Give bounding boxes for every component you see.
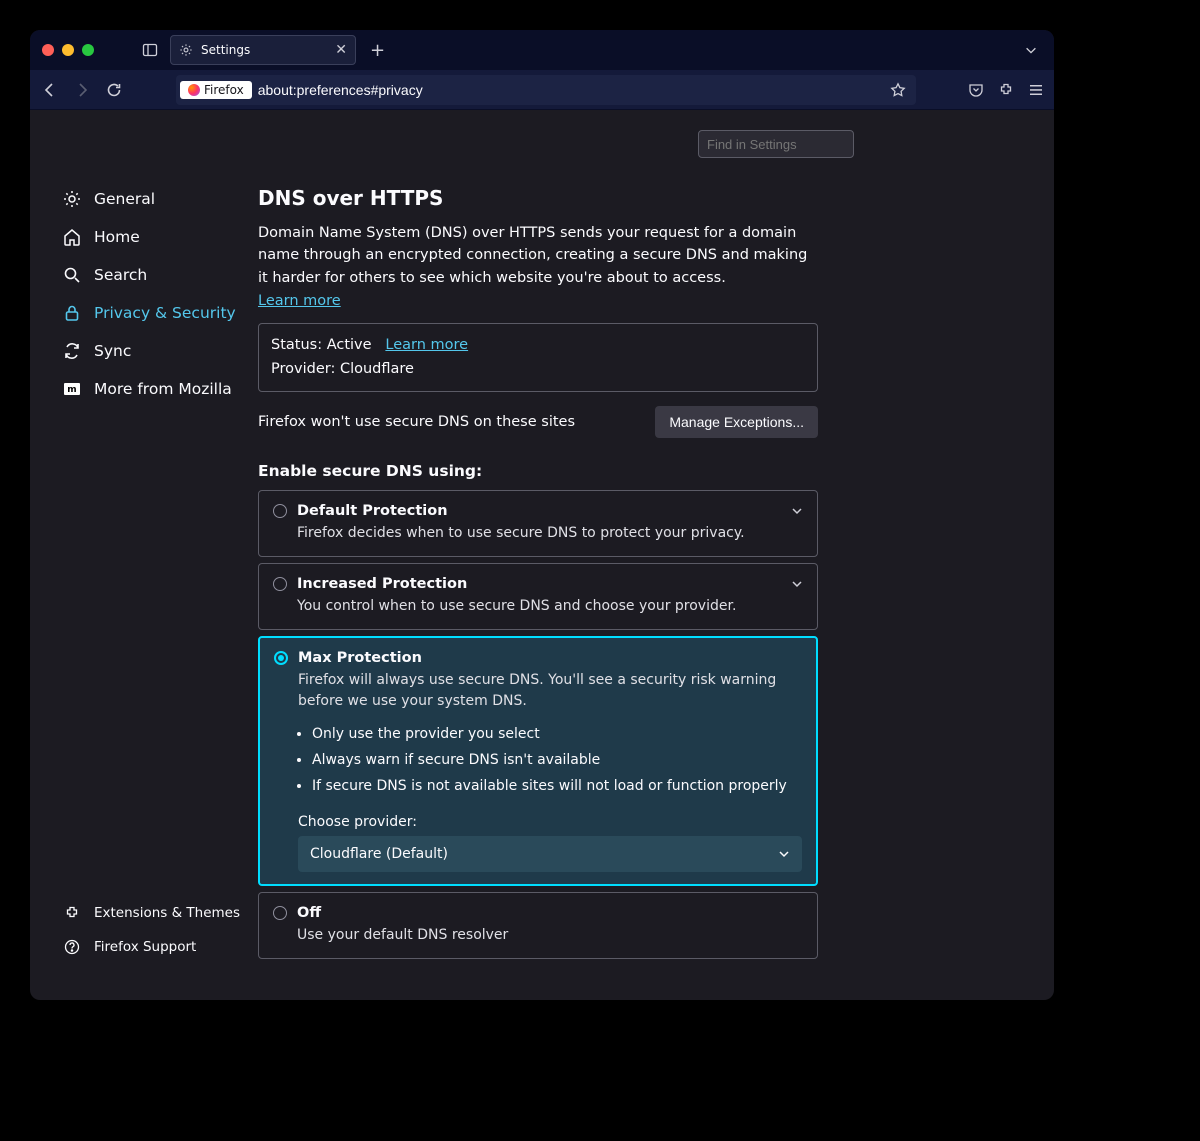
enable-heading: Enable secure DNS using: <box>258 462 818 480</box>
puzzle-icon <box>62 903 82 923</box>
option-default-protection[interactable]: Default Protection Firefox decides when … <box>258 490 818 557</box>
preferences-main: DNS over HTTPS Domain Name System (DNS) … <box>258 110 1054 1000</box>
urlbar-badge-text: Firefox <box>204 83 244 97</box>
extensions-icon[interactable] <box>998 82 1014 98</box>
reload-button[interactable] <box>104 80 124 100</box>
gear-icon <box>179 43 193 57</box>
option-desc: Firefox will always use secure DNS. You'… <box>298 670 802 712</box>
lock-icon <box>62 303 82 323</box>
sidebar-item-label: Search <box>94 266 147 284</box>
svg-text:m: m <box>67 385 76 395</box>
provider-selected: Cloudflare (Default) <box>310 846 448 862</box>
home-icon <box>62 227 82 247</box>
firefox-logo-icon <box>188 84 200 96</box>
provider-label: Provider: <box>271 361 340 377</box>
sidebar-item-privacy[interactable]: Privacy & Security <box>54 294 258 332</box>
manage-exceptions-button[interactable]: Manage Exceptions... <box>655 406 818 438</box>
chevron-down-icon[interactable] <box>791 505 803 517</box>
status-value: Active <box>327 337 372 353</box>
option-bullet: Always warn if secure DNS isn't availabl… <box>312 752 802 768</box>
sidebar-item-label: General <box>94 190 155 208</box>
sidebar-item-label: Home <box>94 228 140 246</box>
choose-provider-label: Choose provider: <box>298 814 802 830</box>
section-description: Domain Name System (DNS) over HTTPS send… <box>258 222 818 289</box>
option-bullet-list: Only use the provider you select Always … <box>312 726 802 794</box>
navigation-toolbar: Firefox <box>30 70 1054 110</box>
back-button[interactable] <box>40 80 60 100</box>
forward-button[interactable] <box>72 80 92 100</box>
tab-title: Settings <box>201 43 250 57</box>
tab-close-icon[interactable]: ✕ <box>335 42 347 58</box>
radio-icon[interactable] <box>273 577 287 591</box>
status-learn-more-link[interactable]: Learn more <box>385 337 468 353</box>
tab-settings[interactable]: Settings ✕ <box>170 35 356 65</box>
sidebar-item-sync[interactable]: Sync <box>54 332 258 370</box>
list-all-tabs-icon[interactable] <box>1024 43 1038 57</box>
radio-icon[interactable] <box>274 651 288 665</box>
radio-icon[interactable] <box>273 906 287 920</box>
section-heading: DNS over HTTPS <box>258 186 818 210</box>
firefox-badge: Firefox <box>180 81 252 99</box>
dns-status-box: Status: Active Learn more Provider: Clou… <box>258 323 818 391</box>
url-bar[interactable]: Firefox <box>176 75 916 105</box>
provider-value: Cloudflare <box>340 361 414 377</box>
option-desc: Firefox decides when to use secure DNS t… <box>297 523 803 544</box>
option-title: Increased Protection <box>297 576 467 592</box>
option-desc: You control when to use secure DNS and c… <box>297 596 803 617</box>
option-title: Max Protection <box>298 650 422 666</box>
sidebar-item-label: Sync <box>94 342 131 360</box>
app-menu-icon[interactable] <box>1028 82 1044 98</box>
provider-dropdown[interactable]: Cloudflare (Default) <box>298 836 802 872</box>
find-in-settings-input[interactable] <box>698 130 854 158</box>
exceptions-text: Firefox won't use secure DNS on these si… <box>258 414 575 430</box>
gear-icon <box>62 189 82 209</box>
bookmark-star-icon[interactable] <box>884 82 912 98</box>
sidebar-item-label: Privacy & Security <box>94 304 236 322</box>
mozilla-icon: m <box>62 379 82 399</box>
browser-window: Settings ✕ + Firefox <box>30 30 1054 1000</box>
sidebar-item-label: Firefox Support <box>94 939 196 955</box>
status-label: Status: <box>271 337 327 353</box>
window-maximize-button[interactable] <box>82 44 94 56</box>
chevron-down-icon[interactable] <box>791 578 803 590</box>
window-minimize-button[interactable] <box>62 44 74 56</box>
sidebar-item-home[interactable]: Home <box>54 218 258 256</box>
preferences-content: General Home Search Privacy & Security <box>30 110 1054 1000</box>
question-icon <box>62 937 82 957</box>
option-max-protection[interactable]: Max Protection Firefox will always use s… <box>258 636 818 886</box>
sidebar-item-support[interactable]: Firefox Support <box>54 930 258 964</box>
sidebar-item-general[interactable]: General <box>54 180 258 218</box>
option-desc: Use your default DNS resolver <box>297 925 803 946</box>
sidebar-item-search[interactable]: Search <box>54 256 258 294</box>
sidebar-item-label: Extensions & Themes <box>94 905 240 921</box>
radio-icon[interactable] <box>273 504 287 518</box>
option-increased-protection[interactable]: Increased Protection You control when to… <box>258 563 818 630</box>
search-icon <box>62 265 82 285</box>
sidebar-item-extensions[interactable]: Extensions & Themes <box>54 896 258 930</box>
traffic-lights <box>42 44 94 56</box>
window-close-button[interactable] <box>42 44 54 56</box>
option-bullet: Only use the provider you select <box>312 726 802 742</box>
new-tab-button[interactable]: + <box>364 40 391 61</box>
sidebar-toggle-icon[interactable] <box>138 42 162 58</box>
url-input[interactable] <box>258 82 884 98</box>
option-title: Default Protection <box>297 503 448 519</box>
pocket-icon[interactable] <box>968 82 984 98</box>
titlebar: Settings ✕ + <box>30 30 1054 70</box>
preferences-sidebar: General Home Search Privacy & Security <box>30 110 258 1000</box>
option-bullet: If secure DNS is not available sites wil… <box>312 778 802 794</box>
option-off[interactable]: Off Use your default DNS resolver <box>258 892 818 959</box>
option-title: Off <box>297 905 321 921</box>
learn-more-link[interactable]: Learn more <box>258 293 341 309</box>
chevron-down-icon <box>778 848 790 860</box>
sidebar-item-more-mozilla[interactable]: m More from Mozilla <box>54 370 258 408</box>
sidebar-item-label: More from Mozilla <box>94 380 232 398</box>
sync-icon <box>62 341 82 361</box>
